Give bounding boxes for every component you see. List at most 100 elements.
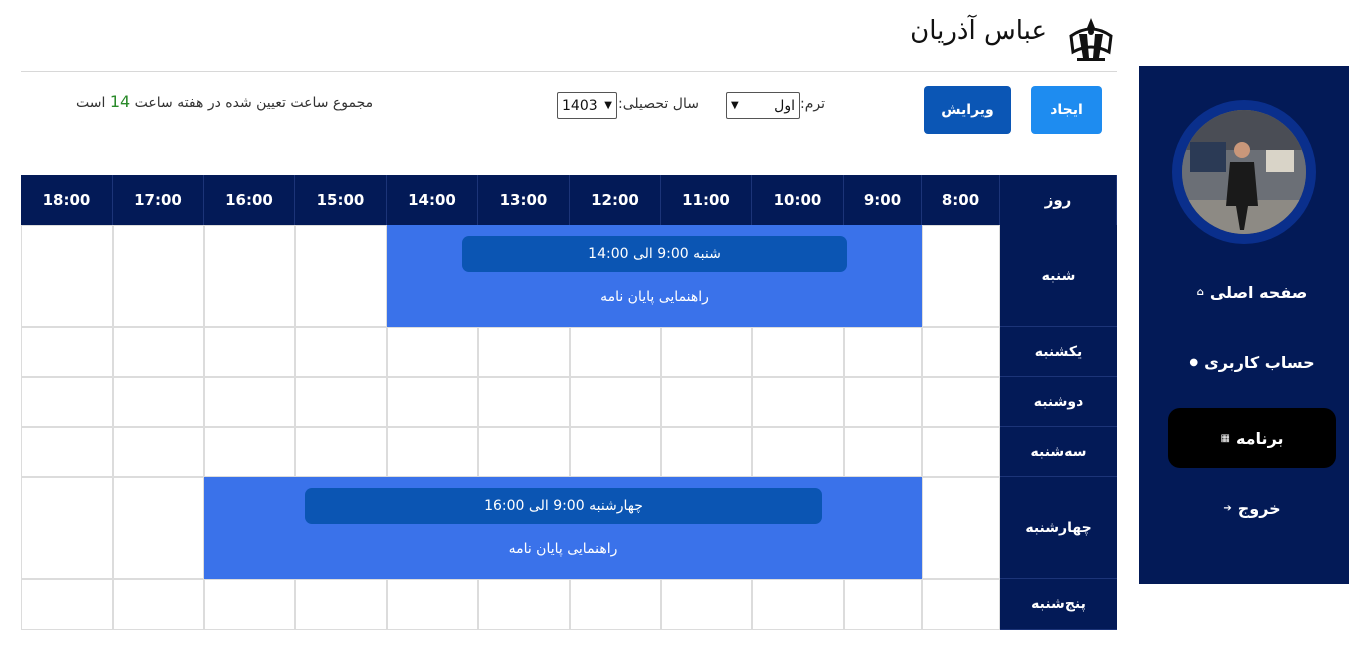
schedule-cell[interactable] [387, 327, 478, 377]
term-label: ترم: [800, 96, 826, 112]
hour-header: 12:00 [570, 175, 661, 225]
hour-header: 10:00 [752, 175, 844, 225]
year-select[interactable]: 1403 ▼ [557, 92, 617, 119]
hour-header: 14:00 [387, 175, 478, 225]
schedule-cell[interactable] [478, 327, 570, 377]
day-label: دوشنبه [1000, 377, 1117, 427]
day-label: چهارشنبه [1000, 477, 1117, 579]
schedule-cell[interactable] [295, 579, 387, 630]
schedule-cell[interactable] [752, 327, 844, 377]
schedule-cell[interactable] [21, 377, 113, 427]
year-select-value: 1403 [562, 97, 598, 114]
schedule-cell[interactable] [295, 427, 387, 477]
chevron-down-icon: ▼ [731, 100, 739, 111]
schedule-cell[interactable] [478, 377, 570, 427]
schedule-cell[interactable] [922, 377, 1000, 427]
schedule-cell[interactable] [922, 427, 1000, 477]
schedule-cell[interactable] [113, 477, 204, 579]
sidebar-item-account[interactable]: حساب کاربری ● [1168, 332, 1336, 392]
schedule-cell[interactable] [478, 427, 570, 477]
schedule-cell[interactable] [922, 225, 1000, 327]
schedule-cell[interactable] [113, 427, 204, 477]
hour-header: 9:00 [844, 175, 922, 225]
schedule-cell[interactable] [204, 327, 295, 377]
schedule-cell[interactable] [844, 377, 922, 427]
schedule-event[interactable]: شنبه 9:00 الی 14:00 راهنمایی پایان نامه [387, 225, 922, 327]
hour-header: 13:00 [478, 175, 570, 225]
schedule-cell[interactable] [661, 427, 752, 477]
schedule-cell[interactable] [295, 327, 387, 377]
term-select[interactable]: ▼ اول [726, 92, 800, 119]
sidebar-item-label: خروج [1237, 498, 1281, 518]
sidebar-item-schedule[interactable]: برنامه ▦ [1168, 408, 1336, 468]
avatar-ring [1172, 100, 1316, 244]
weekly-total-text: مجموع ساعت تعیین شده در هفته ساعت 14 است [76, 92, 373, 111]
user-icon: ● [1189, 356, 1199, 368]
schedule-cell[interactable] [844, 579, 922, 630]
schedule-cell[interactable] [387, 427, 478, 477]
schedule-cell[interactable] [661, 327, 752, 377]
schedule-cell[interactable] [661, 579, 752, 630]
logout-icon: ➔ [1223, 502, 1232, 514]
weekly-total-number: 14 [109, 92, 131, 111]
schedule-cell[interactable] [295, 377, 387, 427]
schedule-cell[interactable] [478, 579, 570, 630]
schedule-cell[interactable] [21, 477, 113, 579]
schedule-cell[interactable] [752, 427, 844, 477]
schedule-cell[interactable] [21, 427, 113, 477]
day-label: پنج‌شنبه [1000, 579, 1117, 630]
sidebar-item-label: برنامه [1235, 428, 1284, 448]
sidebar: صفحه اصلی ⌂ حساب کاربری ● برنامه ▦ خروج … [1139, 66, 1349, 584]
schedule-table: 18:00 17:00 16:00 15:00 14:00 13:00 12:00 11:00… [21, 175, 1117, 630]
schedule-cell[interactable] [844, 427, 922, 477]
hour-header: 8:00 [922, 175, 1000, 225]
schedule-cell[interactable] [922, 579, 1000, 630]
sidebar-item-home[interactable]: صفحه اصلی ⌂ [1168, 262, 1336, 322]
schedule-event[interactable]: چهارشنبه 9:00 الی 16:00 راهنمایی پایان نا… [204, 477, 922, 579]
university-emblem-icon [1065, 12, 1117, 64]
schedule-cell[interactable] [922, 477, 1000, 579]
hour-header: 18:00 [21, 175, 113, 225]
weekly-total-suffix: است [76, 95, 106, 111]
create-button[interactable]: ایجاد [1031, 86, 1102, 134]
year-label: سال تحصیلی: [618, 96, 699, 112]
event-title: راهنمایی پایان نامه [508, 541, 618, 557]
schedule-cell[interactable] [844, 327, 922, 377]
user-name: عباس آذریان [910, 16, 1047, 46]
avatar [1182, 110, 1306, 234]
schedule-cell[interactable] [21, 579, 113, 630]
hour-header: 16:00 [204, 175, 295, 225]
schedule-cell[interactable] [113, 579, 204, 630]
calendar-icon: ▦ [1220, 432, 1230, 444]
schedule-cell[interactable] [21, 225, 113, 327]
schedule-cell[interactable] [570, 427, 661, 477]
event-title: راهنمایی پایان نامه [600, 289, 709, 305]
sidebar-item-logout[interactable]: خروج ➔ [1168, 478, 1336, 538]
schedule-cell[interactable] [204, 427, 295, 477]
schedule-cell[interactable] [570, 579, 661, 630]
hour-header: 17:00 [113, 175, 204, 225]
hour-header: 15:00 [295, 175, 387, 225]
schedule-cell[interactable] [21, 327, 113, 377]
schedule-cell[interactable] [922, 327, 1000, 377]
schedule-cell[interactable] [387, 377, 478, 427]
schedule-cell[interactable] [295, 225, 387, 327]
schedule-cell[interactable] [113, 377, 204, 427]
schedule-cell[interactable] [570, 377, 661, 427]
schedule-cell[interactable] [661, 377, 752, 427]
schedule-cell[interactable] [752, 579, 844, 630]
schedule-cell[interactable] [204, 579, 295, 630]
edit-button[interactable]: ویرایش [924, 86, 1011, 134]
day-column-header: روز [1000, 175, 1117, 225]
schedule-cell[interactable] [752, 377, 844, 427]
schedule-cell[interactable] [570, 327, 661, 377]
schedule-cell[interactable] [113, 327, 204, 377]
schedule-cell[interactable] [113, 225, 204, 327]
schedule-cell[interactable] [204, 225, 295, 327]
home-icon: ⌂ [1196, 286, 1204, 298]
schedule-cell[interactable] [387, 579, 478, 630]
hour-header: 11:00 [661, 175, 752, 225]
day-label: یکشنبه [1000, 327, 1117, 377]
header: عباس آذریان [21, 0, 1117, 72]
schedule-cell[interactable] [204, 377, 295, 427]
